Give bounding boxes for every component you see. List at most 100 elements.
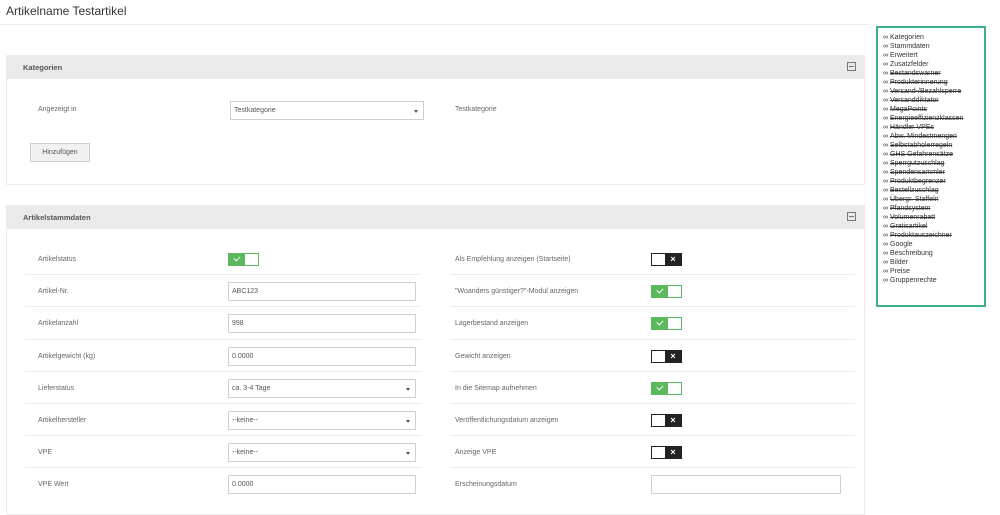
nav-link[interactable]: ∞ Bestellzuschlag bbox=[883, 186, 984, 195]
check-icon bbox=[652, 286, 668, 298]
nav-link[interactable]: ∞ Pfandsystem bbox=[883, 204, 984, 213]
nav-link[interactable]: ∞ Stammdaten bbox=[883, 42, 984, 51]
section-nav-list: ∞ Kategorien ∞ Stammdaten ∞ Erweitert ∞ Zusatzf… bbox=[883, 33, 984, 285]
link-icon: ∞ bbox=[883, 133, 888, 140]
nav-link-label: Erweitert bbox=[890, 52, 918, 59]
category-select[interactable]: Testkategorie bbox=[230, 101, 424, 120]
link-icon: ∞ bbox=[883, 160, 888, 167]
nav-link-label: Pfandsystem bbox=[890, 205, 931, 212]
toggle-switch[interactable]: × bbox=[651, 349, 682, 363]
nav-link-label: Produktbegrenzer bbox=[890, 178, 946, 185]
nav-link-label: Bestandswarner bbox=[890, 70, 941, 77]
link-icon: ∞ bbox=[883, 79, 888, 86]
toggle-switch[interactable] bbox=[651, 317, 682, 331]
x-icon: × bbox=[665, 254, 681, 265]
nav-link[interactable]: ∞ Gratisartikel bbox=[883, 222, 984, 231]
nav-link[interactable]: ∞ Volumenrabatt bbox=[883, 213, 984, 222]
link-icon: ∞ bbox=[883, 43, 888, 50]
nav-link[interactable]: ∞ Produktauszeichner bbox=[883, 231, 984, 240]
nav-link[interactable]: ∞ Google bbox=[883, 240, 984, 249]
select-field[interactable]: --keine-- bbox=[228, 411, 416, 430]
nav-link-label: Kategorien bbox=[890, 34, 924, 41]
field-label: VPE Wert bbox=[38, 481, 69, 489]
field-value: --keine-- bbox=[232, 417, 259, 424]
nav-link[interactable]: ∞ Erweitert bbox=[883, 51, 984, 60]
link-icon: ∞ bbox=[883, 223, 888, 230]
page-title: Artikelname Testartikel bbox=[6, 4, 127, 18]
text-input[interactable]: 998 bbox=[228, 314, 416, 334]
stammdaten-panel-header: Artikelstammdaten bbox=[7, 206, 864, 229]
link-icon: ∞ bbox=[883, 151, 888, 158]
row-divider bbox=[25, 274, 420, 276]
toggle-switch[interactable]: × bbox=[651, 253, 682, 266]
nav-link[interactable]: ∞ Übergr. Staffeln bbox=[883, 195, 984, 204]
text-input[interactable]: 0.0000 bbox=[228, 346, 416, 366]
nav-link[interactable]: ∞ MegaPoints bbox=[883, 105, 984, 114]
nav-link-label: Versanddiktator bbox=[890, 97, 939, 104]
nav-link[interactable]: ∞ Versand-/Bezahlsperre bbox=[883, 87, 984, 96]
check-icon bbox=[652, 382, 668, 394]
field-label: VPE bbox=[38, 449, 53, 457]
field-value: 0.0000 bbox=[232, 352, 254, 360]
row-divider bbox=[25, 467, 420, 469]
row-divider bbox=[450, 435, 855, 437]
add-category-button[interactable]: Hinzufügen bbox=[30, 143, 90, 162]
text-input[interactable]: 0.0000 bbox=[228, 475, 416, 495]
toggle-switch[interactable] bbox=[651, 285, 682, 299]
nav-link[interactable]: ∞ Zusatzfelder bbox=[883, 60, 984, 69]
nav-link[interactable]: ∞ Energieeffizienzklassen bbox=[883, 114, 984, 123]
row-divider bbox=[25, 435, 420, 437]
nav-link-label: Bestellzuschlag bbox=[890, 187, 939, 194]
link-icon: ∞ bbox=[883, 52, 888, 59]
select-field[interactable]: --keine-- bbox=[228, 443, 416, 463]
collapse-icon[interactable] bbox=[847, 212, 856, 221]
row-divider bbox=[25, 370, 420, 372]
field-label: Lagerbestand anzeigen bbox=[455, 320, 529, 328]
nav-link[interactable]: ∞ Gruppenrechte bbox=[883, 276, 984, 285]
toggle-switch[interactable] bbox=[651, 381, 682, 395]
nav-link[interactable]: ∞ GHS Gefahrensätze bbox=[883, 150, 984, 159]
toggle-switch[interactable] bbox=[228, 253, 259, 266]
field-label: Artikelhersteller bbox=[38, 417, 87, 424]
collapse-icon[interactable] bbox=[847, 62, 856, 71]
link-icon: ∞ bbox=[883, 142, 888, 149]
nav-link[interactable]: ∞ Kategorien bbox=[883, 33, 984, 42]
link-icon: ∞ bbox=[883, 178, 888, 185]
nav-link[interactable]: ∞ Beschreibung bbox=[883, 249, 984, 258]
text-input[interactable]: ABC123 bbox=[228, 282, 416, 302]
row-divider bbox=[450, 467, 855, 469]
toggle-switch[interactable]: × bbox=[651, 446, 682, 460]
nav-link-label: Sperrgutzuschlag bbox=[890, 160, 945, 167]
nav-link-label: Produktauszeichner bbox=[890, 232, 952, 239]
select-field[interactable]: ca. 3-4 Tage bbox=[228, 378, 416, 398]
row-divider bbox=[25, 403, 420, 404]
link-icon: ∞ bbox=[883, 277, 888, 284]
toggle-switch[interactable]: × bbox=[651, 414, 682, 427]
nav-link[interactable]: ∞ Produkterinnerung bbox=[883, 78, 984, 87]
text-input[interactable] bbox=[651, 475, 841, 495]
field-label: Veröffentlichungsdatum anzeigen bbox=[455, 417, 559, 424]
link-icon: ∞ bbox=[883, 124, 888, 131]
nav-link[interactable]: ∞ Selbstabholerregeln bbox=[883, 141, 984, 150]
nav-link[interactable]: ∞ Versanddiktator bbox=[883, 96, 984, 105]
field-label: Artikelgewicht (kg) bbox=[38, 352, 96, 360]
link-icon: ∞ bbox=[883, 70, 888, 77]
title-divider bbox=[0, 24, 870, 25]
row-divider bbox=[450, 370, 855, 372]
row-divider bbox=[25, 338, 420, 340]
nav-link-label: Abw. Mindestmengen bbox=[890, 133, 957, 140]
nav-link[interactable]: ∞ Bestandswarner bbox=[883, 69, 984, 78]
x-icon: × bbox=[665, 415, 681, 426]
nav-link[interactable]: ∞ Händler VPEs bbox=[883, 123, 984, 132]
nav-link-label: Stammdaten bbox=[890, 43, 930, 50]
nav-link[interactable]: ∞ Spendensammler bbox=[883, 168, 984, 177]
field-label: Erscheinungsdatum bbox=[455, 481, 517, 489]
nav-link[interactable]: ∞ Sperrgutzuschlag bbox=[883, 159, 984, 168]
nav-link[interactable]: ∞ Abw. Mindestmengen bbox=[883, 132, 984, 141]
nav-link-label: Zusatzfelder bbox=[890, 61, 929, 68]
nav-link[interactable]: ∞ Produktbegrenzer bbox=[883, 177, 984, 186]
nav-link[interactable]: ∞ Bilder bbox=[883, 258, 984, 267]
link-icon: ∞ bbox=[883, 250, 888, 257]
nav-link[interactable]: ∞ Preise bbox=[883, 267, 984, 276]
link-icon: ∞ bbox=[883, 268, 888, 275]
